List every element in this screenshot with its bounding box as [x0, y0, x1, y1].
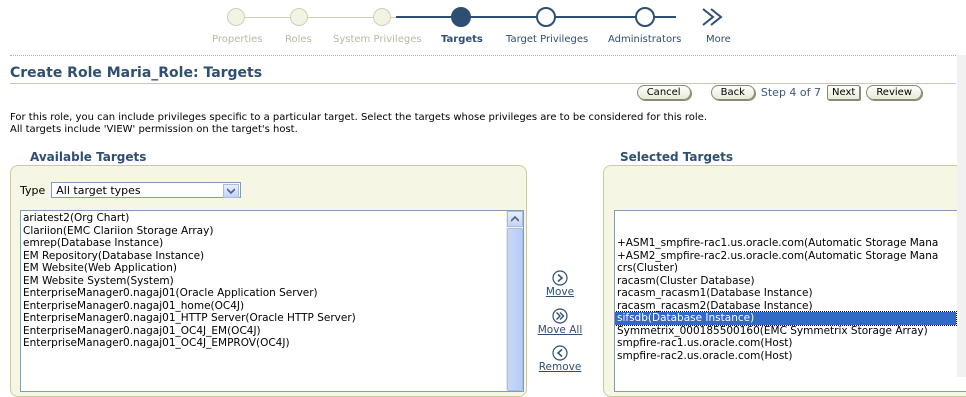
more-steps-icon[interactable]	[701, 6, 725, 28]
list-item[interactable]: EM Website System(System)	[21, 275, 523, 288]
move-all-icon[interactable]	[552, 308, 568, 324]
type-select-value: All target types	[56, 184, 141, 197]
list-item-selected[interactable]: sifsdb(Database Instance)	[615, 311, 957, 326]
available-targets-heading: Available Targets	[30, 150, 147, 164]
list-item[interactable]: +ASM2_smpfire-rac2.us.oracle.com(Automat…	[615, 250, 966, 263]
step-indicator: Step 4 of 7	[760, 86, 822, 99]
remove-link[interactable]: Remove	[535, 361, 585, 373]
scroll-up-icon[interactable]	[507, 211, 523, 227]
cancel-button[interactable]: Cancel	[636, 85, 691, 100]
step-label-target-privileges[interactable]: Target Privileges	[506, 34, 588, 45]
move-control[interactable]: Move	[535, 270, 585, 298]
type-label: Type	[20, 183, 46, 197]
step-label-more[interactable]: More	[706, 34, 731, 45]
available-items: ariatest2(Org Chart) Clariion(EMC Clarii…	[21, 211, 523, 350]
step-label-properties: Properties	[212, 34, 263, 45]
list-item[interactable]: racasm(Cluster Database)	[615, 275, 966, 288]
divider	[10, 55, 956, 56]
window-edge	[957, 55, 966, 377]
step-label-administrators[interactable]: Administrators	[608, 34, 681, 45]
title-rule	[10, 83, 956, 84]
list-item[interactable]: smpfire-rac2.us.oracle.com(Host)	[615, 350, 966, 363]
train-stop-system-privileges	[373, 8, 391, 26]
list-item[interactable]: ariatest2(Org Chart)	[21, 212, 523, 225]
list-item[interactable]: crs(Cluster)	[615, 262, 966, 275]
train-line-done	[236, 17, 396, 18]
step-label-roles: Roles	[285, 34, 312, 45]
step-label-targets: Targets	[441, 34, 483, 45]
list-item[interactable]: EnterpriseManager0.nagaj01_OC4J_EMPROV(O…	[21, 337, 523, 350]
list-item[interactable]: EnterpriseManager0.nagaj01(Oracle Applic…	[21, 287, 523, 300]
button-bar: Cancel Back Step 4 of 7 Next Review	[636, 85, 922, 100]
review-button[interactable]: Review	[866, 85, 922, 100]
list-item[interactable]: racasm_racasm2(Database Instance)	[615, 300, 966, 313]
instructions-line-1: For this role, you can include privilege…	[10, 112, 708, 123]
move-link[interactable]: Move	[535, 286, 585, 298]
available-targets-list[interactable]: ariatest2(Org Chart) Clariion(EMC Clarii…	[20, 210, 524, 392]
step-label-system-privileges: System Privileges	[333, 34, 422, 45]
selected-targets-heading: Selected Targets	[620, 150, 734, 164]
instructions-line-2: All targets include 'VIEW' permission on…	[10, 124, 298, 135]
list-item[interactable]: Symmetrix_000185500160(EMC Symmetrix Sto…	[615, 325, 966, 338]
selected-targets-list[interactable]: +ASM1_smpfire-rac1.us.oracle.com(Automat…	[614, 210, 966, 392]
instructions: For this role, you can include privilege…	[10, 112, 707, 136]
list-item[interactable]: EnterpriseManager0.nagaj01_HTTP Server(O…	[21, 312, 523, 325]
list-item[interactable]: EnterpriseManager0.nagaj01_OC4J_EM(OC4J)	[21, 325, 523, 338]
train-stop-properties	[227, 8, 245, 26]
back-button[interactable]: Back	[710, 85, 755, 100]
list-item[interactable]: smpfire-rac1.us.oracle.com(Host)	[615, 337, 966, 350]
list-item[interactable]: +ASM1_smpfire-rac1.us.oracle.com(Automat…	[615, 237, 966, 250]
list-item[interactable]: EM Repository(Database Instance)	[21, 250, 523, 263]
list-item[interactable]: racasm_racasm1(Database Instance)	[615, 287, 966, 300]
chevron-down-icon[interactable]	[223, 184, 240, 198]
list-item[interactable]: emrep(Database Instance)	[21, 237, 523, 250]
remove-control[interactable]: Remove	[535, 345, 585, 373]
remove-icon[interactable]	[552, 345, 568, 361]
selected-items: +ASM1_smpfire-rac1.us.oracle.com(Automat…	[615, 211, 966, 362]
page-title: Create Role Maria_Role: Targets	[10, 65, 263, 81]
list-item[interactable]: EM Website(Web Application)	[21, 262, 523, 275]
scroll-thumb[interactable]	[507, 228, 523, 391]
available-scrollbar[interactable]	[506, 211, 523, 391]
train-stop-targets	[451, 7, 471, 27]
train-stop-roles	[290, 8, 308, 26]
move-all-link[interactable]: Move All	[535, 324, 585, 336]
move-all-control[interactable]: Move All	[535, 308, 585, 336]
train-stop-administrators	[635, 7, 655, 27]
train-stop-target-privileges	[536, 7, 556, 27]
list-item[interactable]: EnterpriseManager0.nagaj01_home(OC4J)	[21, 300, 523, 313]
next-button[interactable]: Next	[827, 85, 861, 100]
progress-train: Properties Roles System Privileges Targe…	[0, 0, 966, 55]
type-select[interactable]: All target types	[51, 182, 242, 198]
move-icon[interactable]	[552, 270, 568, 286]
type-filter: Type All target types	[20, 182, 242, 198]
list-item[interactable]: Clariion(EMC Clariion Storage Array)	[21, 225, 523, 238]
